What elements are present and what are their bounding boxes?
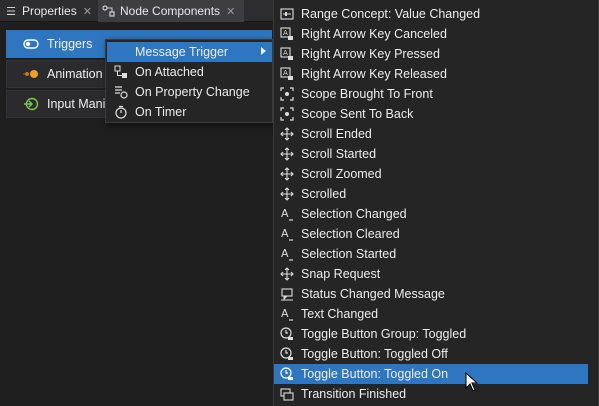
menu-item-on-property-change[interactable]: On Property Change — [107, 82, 272, 102]
menu-item-range-value-changed[interactable]: Range Concept: Value Changed — [274, 4, 588, 24]
status-icon — [279, 286, 295, 302]
menu-item-right-arrow-canceled[interactable]: A Right Arrow Key Canceled — [274, 24, 588, 44]
menu-item-label: Right Arrow Key Canceled — [301, 27, 447, 41]
menu-item-transition-finished[interactable]: Transition Finished — [274, 384, 588, 404]
menu-item-toggle-group-toggled[interactable]: Toggle Button Group: Toggled — [274, 324, 588, 344]
menu-item-selection-changed[interactable]: A Selection Changed — [274, 204, 588, 224]
menu-item-label: Text Changed — [301, 307, 379, 321]
menu-item-label: Right Arrow Key Pressed — [301, 47, 440, 61]
component-label: Triggers — [47, 37, 93, 51]
animation-icon — [23, 66, 39, 82]
menu-item-label: Range Concept: Value Changed — [301, 7, 481, 21]
attach-icon — [113, 65, 129, 79]
menu-item-label: Toggle Button: Toggled Off — [301, 347, 448, 361]
input-icon — [23, 96, 39, 112]
menu-item-label: Right Arrow Key Released — [301, 67, 447, 81]
trigger-icon — [23, 36, 39, 52]
menu-item-label: Scope Sent To Back — [301, 107, 414, 121]
menu-item-text-changed[interactable]: A Text Changed — [274, 304, 588, 324]
move-icon — [279, 146, 295, 162]
close-icon[interactable]: ✕ — [226, 5, 235, 18]
key-icon: A — [279, 26, 295, 42]
tab-label: Node Components — [120, 4, 221, 18]
tab-properties[interactable]: ☰ Properties ✕ — [0, 0, 98, 22]
transition-icon — [279, 386, 295, 402]
menu-item-label: On Timer — [135, 105, 187, 119]
text-icon: A — [279, 246, 295, 262]
menu-item-label: Toggle Button: Toggled On — [301, 367, 449, 381]
menu-item-toggle-toggled-off[interactable]: Toggle Button: Toggled Off — [274, 344, 588, 364]
tab-node-components[interactable]: Node Components ✕ — [98, 0, 244, 22]
menu-item-scope-sent-to-back[interactable]: Scope Sent To Back — [274, 104, 588, 124]
text-icon: A — [279, 206, 295, 222]
menu-item-label: Message Trigger — [135, 45, 229, 59]
slider-icon — [279, 6, 295, 22]
menu-item-label: Selection Started — [301, 247, 397, 261]
menu-item-scroll-zoomed[interactable]: Scroll Zoomed — [274, 164, 588, 184]
component-label: Input Mani — [47, 97, 106, 111]
svg-text:A: A — [283, 69, 288, 77]
menu-item-status-changed[interactable]: Status Changed Message — [274, 284, 588, 304]
toggle-icon — [279, 326, 295, 342]
menu-item-scroll-ended[interactable]: Scroll Ended — [274, 124, 588, 144]
mouse-cursor-icon — [465, 372, 479, 392]
svg-text:A: A — [281, 227, 289, 240]
text-icon: A — [279, 306, 295, 322]
menu-item-right-arrow-pressed[interactable]: A Right Arrow Key Pressed — [274, 44, 588, 64]
menu-item-selection-started[interactable]: A Selection Started — [274, 244, 588, 264]
toggle-icon — [279, 346, 295, 362]
svg-text:A: A — [281, 207, 289, 220]
svg-text:A: A — [281, 247, 289, 260]
node-icon — [102, 5, 116, 17]
menu-item-label: Scroll Started — [301, 147, 377, 161]
menu-item-on-timer[interactable]: On Timer — [107, 102, 272, 122]
menu-item-toggle-toggled-on[interactable]: Toggle Button: Toggled On — [274, 364, 588, 384]
menu-item-label: Toggle Button Group: Toggled — [301, 327, 467, 341]
menu-item-scroll-started[interactable]: Scroll Started — [274, 144, 588, 164]
message-trigger-menu: Range Concept: Value Changed A Right Arr… — [273, 0, 599, 406]
text-icon: A — [279, 226, 295, 242]
toggle-icon — [279, 366, 295, 382]
move-icon — [279, 126, 295, 142]
menu-item-label: Selection Changed — [301, 207, 407, 221]
menu-item-label: Scroll Ended — [301, 127, 372, 141]
list-icon: ☰ — [6, 5, 16, 18]
menu-item-scope-brought-to-front[interactable]: Scope Brought To Front — [274, 84, 588, 104]
menu-item-message-trigger[interactable]: Message Trigger — [107, 42, 272, 62]
component-label: Animation — [47, 67, 103, 81]
move-icon — [279, 186, 295, 202]
svg-text:A: A — [281, 307, 289, 320]
scope-icon — [279, 106, 295, 122]
trigger-type-menu: Message Trigger On Attached On Property … — [105, 39, 273, 123]
key-icon: A — [279, 66, 295, 82]
menu-item-snap-request[interactable]: Snap Request — [274, 264, 588, 284]
menu-item-selection-cleared[interactable]: A Selection Cleared — [274, 224, 588, 244]
menu-item-label: Scope Brought To Front — [301, 87, 433, 101]
move-icon — [279, 166, 295, 182]
submenu-arrow-icon — [261, 47, 266, 55]
svg-text:A: A — [283, 49, 288, 57]
scope-icon — [279, 86, 295, 102]
menu-item-label: On Attached — [135, 65, 204, 79]
menu-item-right-arrow-released[interactable]: A Right Arrow Key Released — [274, 64, 588, 84]
menu-item-scrolled[interactable]: Scrolled — [274, 184, 588, 204]
menu-item-label: Selection Cleared — [301, 227, 400, 241]
close-icon[interactable]: ✕ — [83, 5, 92, 18]
key-icon: A — [279, 46, 295, 62]
menu-item-on-attached[interactable]: On Attached — [107, 62, 272, 82]
menu-item-label: Status Changed Message — [301, 287, 445, 301]
menu-item-label: Scrolled — [301, 187, 347, 201]
menu-item-label: Snap Request — [301, 267, 381, 281]
tab-label: Properties — [22, 4, 77, 18]
menu-item-label: On Property Change — [135, 85, 250, 99]
timer-icon — [113, 105, 129, 119]
move-icon — [279, 266, 295, 282]
svg-text:A: A — [283, 29, 288, 37]
property-icon — [113, 85, 129, 99]
menu-item-label: Transition Finished — [301, 387, 407, 401]
menu-item-label: Scroll Zoomed — [301, 167, 382, 181]
